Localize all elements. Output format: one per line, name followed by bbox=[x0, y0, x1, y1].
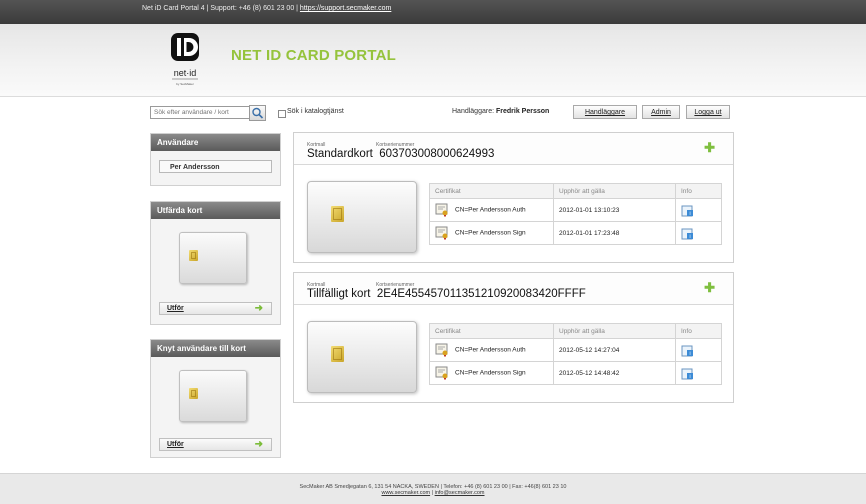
issue-card-panel: Utfärda kort Utför ➜ bbox=[150, 201, 281, 325]
cert-name: CN=Per Andersson Sign bbox=[455, 229, 526, 237]
selected-user[interactable]: Per Andersson bbox=[159, 160, 272, 173]
chip-icon bbox=[189, 250, 198, 261]
issue-card-title: Utfärda kort bbox=[151, 202, 280, 219]
svg-text:i: i bbox=[689, 234, 690, 240]
info-icon[interactable]: i bbox=[681, 367, 694, 380]
card-image bbox=[179, 232, 247, 284]
footer-links: www.secmaker.com | info@secmaker.com bbox=[0, 490, 866, 496]
card-image bbox=[307, 181, 417, 253]
admin-button[interactable]: Admin bbox=[642, 105, 680, 119]
users-panel: Användare Per Andersson bbox=[150, 133, 281, 186]
col-info: Info bbox=[675, 323, 722, 339]
info-icon[interactable]: i bbox=[681, 227, 694, 240]
cert-expires: 2012-01-01 13:10:23 bbox=[553, 198, 676, 222]
cert-name-cell: CN=Per Andersson Auth bbox=[429, 198, 554, 222]
current-handler: Handläggare: Fredrik Persson bbox=[452, 108, 549, 115]
cert-info-cell: i bbox=[675, 221, 722, 245]
cert-table-header: Certifikat Upphör att gälla Info bbox=[429, 183, 722, 199]
template-value: Standardkort bbox=[307, 148, 373, 160]
email-link[interactable]: info@secmaker.com bbox=[435, 490, 485, 496]
issue-card-execute-label: Utför bbox=[167, 305, 184, 312]
cert-table: Certifikat Upphör att gälla Info CN=Per … bbox=[429, 183, 722, 245]
logo-wordmark: net·id bbox=[174, 68, 197, 78]
link-user-title: Knyt användare till kort bbox=[151, 340, 280, 357]
handler-name: Fredrik Persson bbox=[495, 108, 550, 115]
cert-name-cell: CN=Per Andersson Sign bbox=[429, 361, 554, 385]
certificate-icon bbox=[435, 226, 448, 240]
support-info: Net iD Card Portal 4 | Support: +46 (8) … bbox=[142, 5, 391, 12]
card-header: Kortmall Kortserienummer Tillfälligt kor… bbox=[294, 273, 733, 305]
support-link[interactable]: https://support.secmaker.com bbox=[300, 5, 391, 12]
top-bar: Net iD Card Portal 4 | Support: +46 (8) … bbox=[0, 0, 866, 24]
cert-info-cell: i bbox=[675, 361, 722, 385]
website-link[interactable]: www.secmaker.com bbox=[381, 490, 430, 496]
logout-button[interactable]: Logga ut bbox=[686, 105, 730, 119]
arrow-right-icon: ➜ bbox=[254, 303, 263, 314]
handler-label: Handläggare: bbox=[452, 108, 495, 115]
info-icon[interactable]: i bbox=[681, 204, 694, 217]
card-panel: Kortmall Kortserienummer Tillfälligt kor… bbox=[293, 272, 734, 403]
add-icon[interactable]: ✚ bbox=[704, 281, 715, 294]
search-input[interactable] bbox=[150, 106, 250, 119]
cert-name: CN=Per Andersson Sign bbox=[455, 369, 526, 377]
cert-table-header: Certifikat Upphör att gälla Info bbox=[429, 323, 722, 339]
handlaggare-button[interactable]: Handläggare bbox=[573, 105, 637, 119]
logo-sub: by SecMaker bbox=[176, 82, 194, 86]
users-panel-title: Användare bbox=[151, 134, 280, 151]
cert-expires: 2012-05-12 14:48:42 bbox=[553, 361, 676, 385]
add-icon[interactable]: ✚ bbox=[704, 141, 715, 154]
chip-icon bbox=[189, 388, 198, 399]
svg-text:i: i bbox=[689, 374, 690, 380]
netid-logo-icon: net·id by SecMaker bbox=[171, 33, 199, 86]
page-footer: SecMaker AB Smedjegatan 6, 131 54 NACKA,… bbox=[0, 473, 866, 504]
col-expires: Upphör att gälla bbox=[553, 323, 676, 339]
search-button[interactable] bbox=[249, 105, 266, 121]
cert-name: CN=Per Andersson Auth bbox=[455, 346, 526, 354]
cert-table: Certifikat Upphör att gälla Info CN=Per … bbox=[429, 323, 722, 385]
col-cert: Certifikat bbox=[429, 323, 554, 339]
col-info: Info bbox=[675, 183, 722, 199]
directory-search-checkbox[interactable] bbox=[278, 110, 286, 118]
card-header: Kortmall Kortserienummer Standardkort 60… bbox=[294, 133, 733, 165]
arrow-right-icon: ➜ bbox=[254, 439, 263, 450]
card-image bbox=[307, 321, 417, 393]
col-cert: Certifikat bbox=[429, 183, 554, 199]
template-value: Tillfälligt kort bbox=[307, 288, 371, 300]
svg-text:i: i bbox=[689, 351, 690, 357]
search-icon bbox=[252, 107, 264, 119]
serial-value: 603703008000624993 bbox=[379, 148, 495, 160]
col-expires: Upphör att gälla bbox=[553, 183, 676, 199]
chip-icon bbox=[331, 346, 344, 362]
link-user-execute-button[interactable]: Utför ➜ bbox=[159, 438, 272, 451]
table-row[interactable]: CN=Per Andersson Sign 2012-01-01 17:23:4… bbox=[429, 221, 722, 245]
info-icon[interactable]: i bbox=[681, 344, 694, 357]
certificate-icon bbox=[435, 203, 448, 217]
table-row[interactable]: CN=Per Andersson Auth 2012-01-01 13:10:2… bbox=[429, 198, 722, 222]
cert-expires: 2012-05-12 14:27:04 bbox=[553, 338, 676, 362]
svg-text:i: i bbox=[689, 211, 690, 217]
link-user-execute-label: Utför bbox=[167, 441, 184, 448]
card-template: Standardkort 603703008000624993 bbox=[307, 148, 494, 160]
certificate-icon bbox=[435, 366, 448, 380]
table-row[interactable]: CN=Per Andersson Auth 2012-05-12 14:27:0… bbox=[429, 338, 722, 362]
cert-name-cell: CN=Per Andersson Sign bbox=[429, 221, 554, 245]
cert-expires: 2012-01-01 17:23:48 bbox=[553, 221, 676, 245]
support-text: Net iD Card Portal 4 | Support: +46 (8) … bbox=[142, 5, 300, 12]
cert-info-cell: i bbox=[675, 338, 722, 362]
chip-icon bbox=[331, 206, 344, 222]
page-header bbox=[0, 24, 866, 97]
page-title: NET ID CARD PORTAL bbox=[231, 47, 396, 64]
card-template: Tillfälligt kort 2E4E4554570113512109200… bbox=[307, 288, 586, 300]
table-row[interactable]: CN=Per Andersson Sign 2012-05-12 14:48:4… bbox=[429, 361, 722, 385]
cert-name-cell: CN=Per Andersson Auth bbox=[429, 338, 554, 362]
cert-name: CN=Per Andersson Auth bbox=[455, 206, 526, 214]
card-image bbox=[179, 370, 247, 422]
serial-value: 2E4E455457011351210920083420FFFF bbox=[376, 288, 586, 300]
issue-card-execute-button[interactable]: Utför ➜ bbox=[159, 302, 272, 315]
certificate-icon bbox=[435, 343, 448, 357]
card-panel: Kortmall Kortserienummer Standardkort 60… bbox=[293, 132, 734, 263]
cert-info-cell: i bbox=[675, 198, 722, 222]
link-user-panel: Knyt användare till kort Utför ➜ bbox=[150, 339, 281, 458]
directory-search-label: Sök i katalogtjänst bbox=[287, 108, 344, 115]
